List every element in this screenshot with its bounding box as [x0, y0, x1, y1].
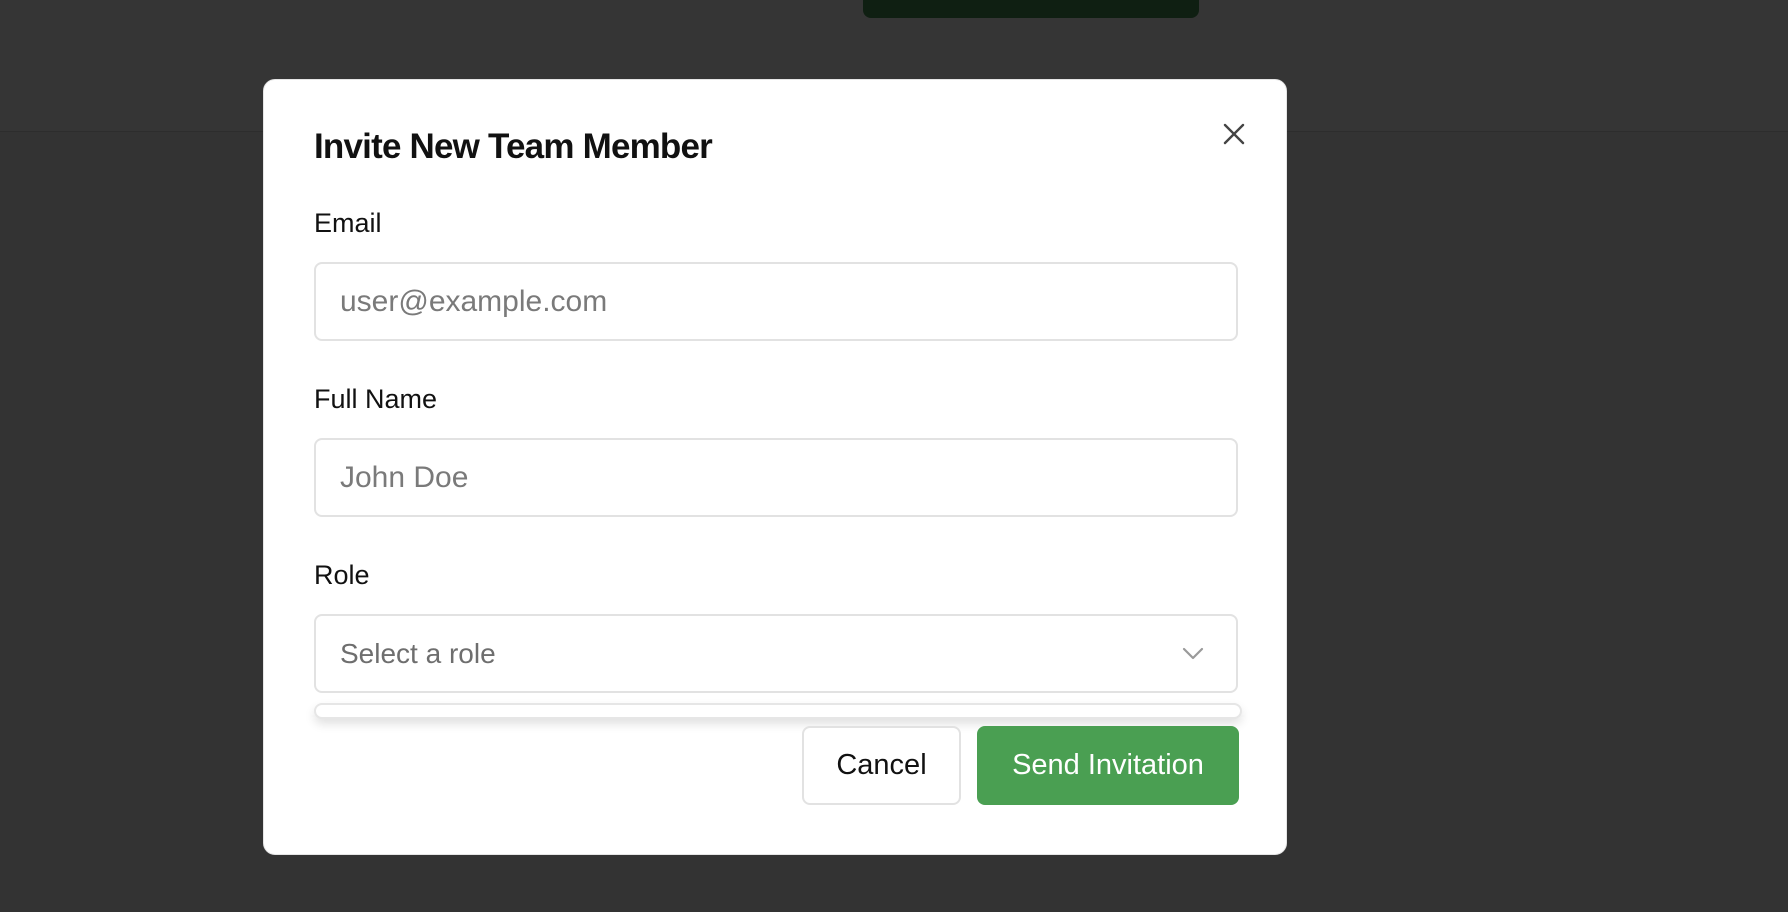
role-dropdown-menu[interactable]	[314, 703, 1242, 719]
role-select[interactable]: Select a role	[314, 614, 1238, 693]
close-button[interactable]	[1214, 114, 1254, 154]
full-name-label: Full Name	[314, 384, 438, 414]
full-name-input[interactable]	[314, 438, 1238, 517]
role-label: Role	[314, 560, 370, 590]
send-invitation-button[interactable]: Send Invitation	[977, 726, 1239, 805]
close-icon	[1223, 123, 1245, 145]
role-select-placeholder: Select a role	[340, 638, 496, 669]
background-primary-button	[863, 0, 1199, 18]
cancel-button[interactable]: Cancel	[802, 726, 961, 805]
email-input[interactable]	[314, 262, 1238, 341]
modal-title: Invite New Team Member	[314, 127, 713, 166]
invite-member-modal: Invite New Team Member Email Full Name R…	[263, 79, 1287, 855]
chevron-down-icon	[1182, 647, 1204, 660]
email-label: Email	[314, 208, 382, 238]
